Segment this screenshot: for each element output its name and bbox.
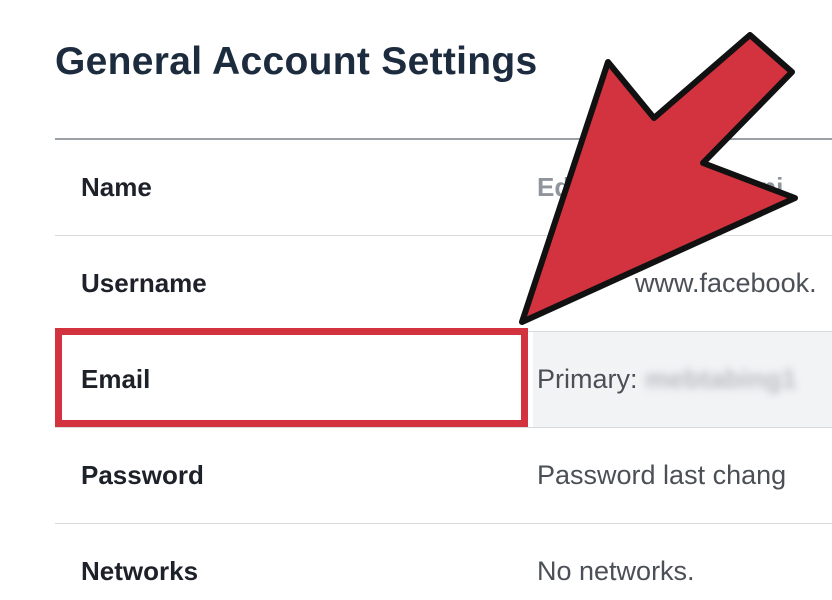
- row-value-password: Password last chang: [537, 460, 787, 490]
- general-account-settings-page: General Account Settings Name Ed ni Usern…: [0, 0, 832, 600]
- row-value-networks: No networks.: [537, 556, 695, 586]
- row-value-name-end: ni: [760, 172, 784, 202]
- settings-row-name[interactable]: Name Ed ni: [55, 140, 832, 236]
- row-label-username: Username: [81, 268, 207, 298]
- settings-row-networks[interactable]: Networks No networks.: [55, 524, 832, 600]
- row-value-name[interactable]: Ed ni: [537, 140, 783, 235]
- row-label-networks: Networks: [81, 556, 199, 586]
- page-title: General Account Settings: [55, 40, 538, 83]
- email-primary-label: Primary:: [537, 364, 638, 394]
- row-label-password: Password: [81, 460, 204, 490]
- settings-row-password[interactable]: Password Password last chang: [55, 428, 832, 524]
- row-value-name-start: Ed: [537, 172, 571, 202]
- row-value-username: www.facebook.: [635, 268, 817, 298]
- settings-row-username[interactable]: Username www.facebook.: [55, 236, 832, 332]
- row-value-email: Primary: mebtabing1: [537, 332, 797, 427]
- email-highlight-box: [55, 328, 528, 427]
- row-label-name: Name: [81, 172, 152, 202]
- email-address-blurred: mebtabing1: [645, 364, 797, 394]
